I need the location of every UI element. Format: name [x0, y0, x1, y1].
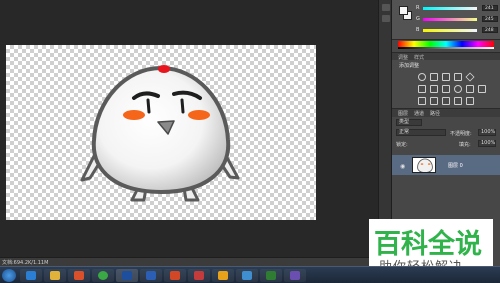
selective-color-icon[interactable] — [454, 97, 462, 105]
taskbar-app3[interactable] — [236, 269, 258, 282]
tab-styles[interactable]: 样式 — [414, 54, 424, 61]
fill-field[interactable]: 100% — [478, 140, 496, 147]
ie-icon — [26, 271, 36, 280]
taskbar-photoshop[interactable] — [116, 269, 138, 282]
visibility-eye-icon[interactable]: ◉ — [400, 163, 405, 170]
invert-icon[interactable] — [418, 97, 426, 105]
layer-thumbnail — [412, 157, 436, 173]
status-bar: 文档:694.2K/1.11M — [0, 257, 378, 266]
word-icon — [146, 271, 156, 280]
green-slider[interactable]: G 245 — [416, 16, 500, 23]
slider-label: G — [416, 16, 420, 22]
taskbar-folder[interactable] — [44, 269, 66, 282]
taskbar-ie[interactable] — [20, 269, 42, 282]
fill-label: 填充: — [459, 142, 471, 148]
blend-mode-value: 正常 — [399, 129, 410, 135]
tab-paths[interactable]: 路径 — [430, 110, 440, 117]
taskbar-media[interactable] — [68, 269, 90, 282]
levels-icon[interactable] — [430, 73, 438, 81]
color-balance-icon[interactable] — [430, 85, 438, 93]
slider-track[interactable] — [423, 18, 477, 21]
brightness-icon[interactable] — [418, 73, 426, 81]
browser-icon — [98, 271, 108, 280]
adjustments-tabs: 调整 样式 — [392, 53, 500, 61]
opacity-value: 100% — [481, 129, 496, 135]
grayscale-ramp[interactable] — [398, 47, 494, 49]
taskbar-app5[interactable] — [284, 269, 306, 282]
slider-label: B — [416, 27, 420, 33]
photo-filter-icon[interactable] — [454, 85, 462, 93]
fill-value: 100% — [481, 140, 496, 146]
color-lookup-icon[interactable] — [478, 85, 486, 93]
media-icon — [74, 271, 84, 280]
color-panel: R 241 G 245 B 248 — [392, 0, 500, 40]
blue-slider[interactable]: B 248 — [416, 27, 500, 34]
folder-icon — [50, 271, 60, 280]
app-icon — [194, 271, 204, 280]
green-value-field[interactable]: 245 — [482, 16, 498, 22]
hue-saturation-icon[interactable] — [418, 85, 426, 93]
app3-icon — [242, 271, 252, 280]
layer-kind-label: 类型 — [399, 119, 410, 125]
channel-mixer-icon[interactable] — [466, 85, 474, 93]
layers-tabs: 图层 通道 路径 — [392, 109, 500, 117]
document-workspace — [0, 0, 378, 257]
start-button[interactable] — [2, 269, 16, 282]
app4-icon — [266, 271, 276, 280]
foreground-color-swatch[interactable] — [399, 6, 408, 15]
opacity-label: 不透明度: — [450, 131, 472, 137]
adjustments-panel: 调整 样式 添加调整 — [392, 52, 500, 108]
taskbar-browser[interactable] — [92, 269, 114, 282]
app2-icon — [218, 271, 228, 280]
slider-track[interactable] — [423, 7, 477, 10]
tab-layers[interactable]: 图层 — [398, 110, 408, 117]
blue-value-field[interactable]: 248 — [482, 27, 498, 33]
threshold-icon[interactable] — [442, 97, 450, 105]
actions-icon[interactable] — [382, 15, 390, 22]
layer-name[interactable]: 图层 0 — [448, 162, 463, 169]
red-slider[interactable]: R 241 — [416, 5, 500, 12]
gradient-map-icon[interactable] — [466, 97, 474, 105]
layer-row-selected[interactable]: ◉ 图层 0 — [392, 155, 500, 175]
tab-channels[interactable]: 通道 — [414, 110, 424, 117]
tab-adjustments[interactable]: 调整 — [398, 54, 408, 61]
windows-taskbar — [0, 266, 500, 283]
document-size-readout: 文档:694.2K/1.11M — [2, 260, 49, 266]
app5-icon — [290, 271, 300, 280]
photoshop-icon — [122, 271, 132, 280]
vibrance-icon[interactable] — [465, 72, 475, 82]
mascot-illustration — [80, 65, 240, 202]
blend-mode-select[interactable]: 正常 — [396, 129, 446, 136]
curves-icon[interactable] — [442, 73, 450, 81]
taskbar-app4[interactable] — [260, 269, 282, 282]
document-canvas[interactable] — [6, 45, 316, 220]
taskbar-powerpoint[interactable] — [164, 269, 186, 282]
taskbar-app[interactable] — [188, 269, 210, 282]
taskbar-app2[interactable] — [212, 269, 234, 282]
slider-label: R — [416, 5, 420, 11]
posterize-icon[interactable] — [430, 97, 438, 105]
taskbar-word[interactable] — [140, 269, 162, 282]
red-value-field[interactable]: 241 — [482, 5, 498, 11]
black-white-icon[interactable] — [442, 85, 450, 93]
layer-kind-filter[interactable]: 类型 — [396, 119, 422, 126]
history-icon[interactable] — [382, 4, 390, 11]
exposure-icon[interactable] — [454, 73, 462, 81]
powerpoint-icon — [170, 271, 180, 280]
adjustments-title: 添加调整 — [399, 63, 420, 69]
opacity-field[interactable]: 100% — [478, 129, 496, 136]
slider-track[interactable] — [423, 29, 477, 32]
lock-label: 锁定: — [396, 142, 408, 148]
